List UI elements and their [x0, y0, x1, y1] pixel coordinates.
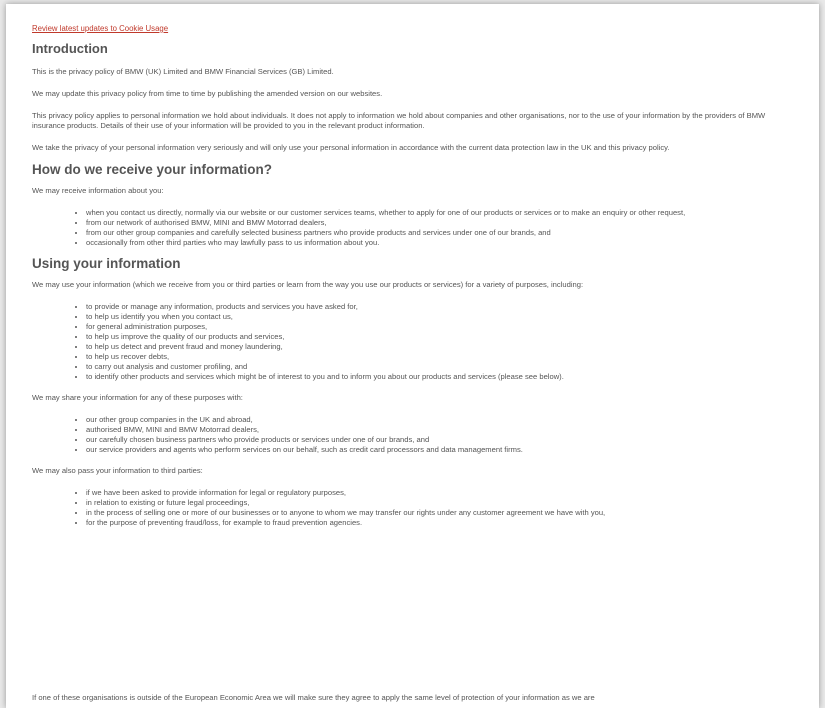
list-item: from our other group companies and caref…	[86, 228, 797, 238]
list-item: if we have been asked to provide informa…	[86, 488, 797, 498]
intro-paragraph: This privacy policy applies to personal …	[32, 111, 766, 130]
document-page: Review latest updates to Cookie Usage In…	[6, 4, 819, 708]
list-item: to help us identify you when you contact…	[86, 312, 797, 322]
list-item: for general administration purposes,	[86, 322, 797, 332]
list-item: to help us improve the quality of our pr…	[86, 332, 797, 342]
intro-paragraph: We take the privacy of your personal inf…	[32, 143, 670, 152]
list-item: our other group companies in the UK and …	[86, 415, 797, 425]
third-party-lead: We may also pass your information to thi…	[32, 466, 203, 475]
list-item: in relation to existing or future legal …	[86, 498, 797, 508]
privacy-policy-content: Review latest updates to Cookie Usage In…	[6, 4, 819, 528]
using-heading: Using your information	[32, 256, 181, 271]
list-item: when you contact us directly, normally v…	[86, 208, 797, 218]
list-item: for the purpose of preventing fraud/loss…	[86, 518, 797, 528]
receive-heading: How do we receive your information?	[32, 162, 273, 177]
list-item: to identify other products and services …	[86, 372, 797, 382]
list-item: in the process of selling one or more of…	[86, 508, 797, 518]
using-list: to provide or manage any information, pr…	[32, 302, 797, 382]
list-item: our carefully chosen business partners w…	[86, 435, 797, 445]
intro-paragraph: We may update this privacy policy from t…	[32, 89, 383, 98]
share-list: our other group companies in the UK and …	[32, 415, 797, 455]
list-item: our service providers and agents who per…	[86, 445, 797, 455]
share-lead: We may share your information for any of…	[32, 393, 243, 402]
intro-paragraph: This is the privacy policy of BMW (UK) L…	[32, 67, 334, 76]
cutoff-paragraph: If one of these organisations is outside…	[32, 693, 595, 702]
list-item: to provide or manage any information, pr…	[86, 302, 797, 312]
receive-lead: We may receive information about you:	[32, 186, 164, 195]
list-item: to help us detect and prevent fraud and …	[86, 342, 797, 352]
list-item: to help us recover debts,	[86, 352, 797, 362]
cookie-usage-link[interactable]: Review latest updates to Cookie Usage	[32, 24, 797, 34]
third-party-list: if we have been asked to provide informa…	[32, 488, 797, 528]
list-item: to carry out analysis and customer profi…	[86, 362, 797, 372]
receive-list: when you contact us directly, normally v…	[32, 208, 797, 248]
list-item: occasionally from other third parties wh…	[86, 238, 797, 248]
list-item: authorised BMW, MINI and BMW Motorrad de…	[86, 425, 797, 435]
introduction-heading: Introduction	[32, 41, 108, 56]
using-lead: We may use your information (which we re…	[32, 280, 584, 289]
list-item: from our network of authorised BMW, MINI…	[86, 218, 797, 228]
